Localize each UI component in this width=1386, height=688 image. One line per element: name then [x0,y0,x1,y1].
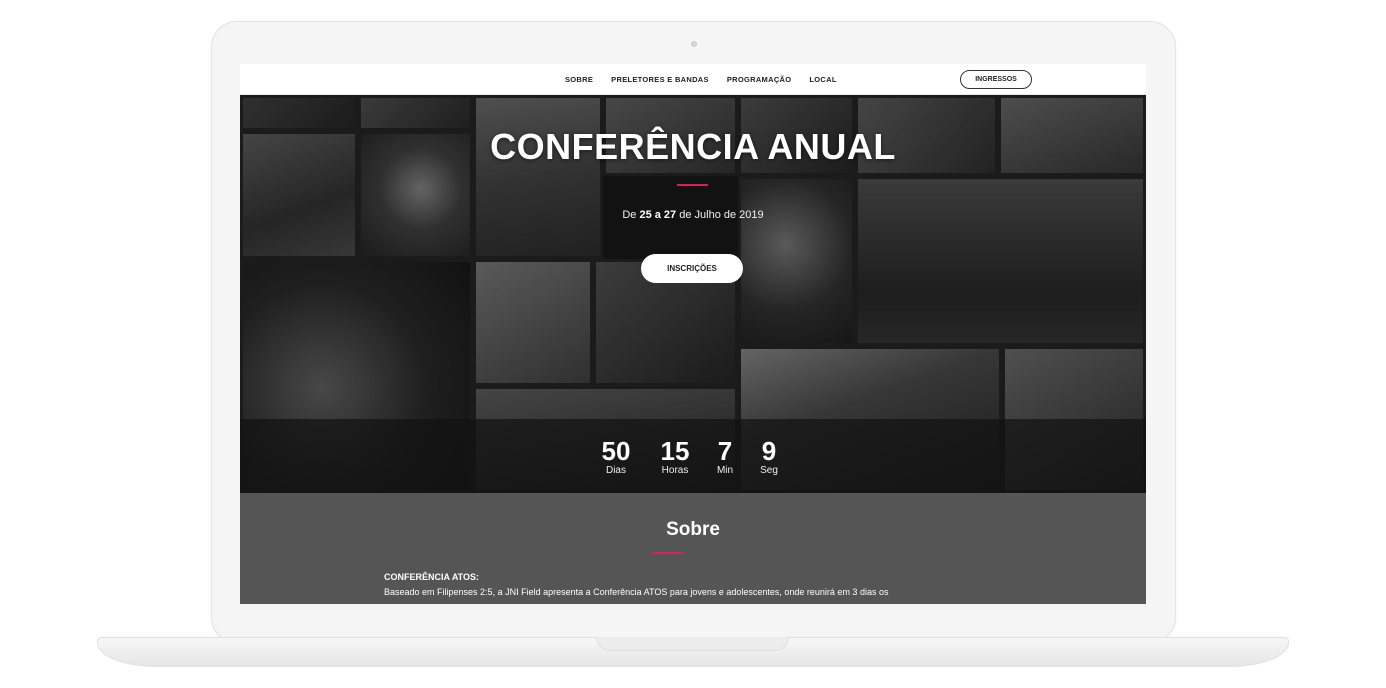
about-heading: CONFERÊNCIA ATOS: [384,572,480,582]
countdown-hours-label: Horas [661,465,689,476]
nav-link-preletores[interactable]: PRELETORES E BANDAS [611,75,709,84]
countdown-days-value: 50 [601,436,631,466]
inscricoes-button[interactable]: INSCRIÇÕES [641,254,743,283]
nav-link-local[interactable]: LOCAL [809,75,836,84]
countdown-timer: 50 Dias 15 Horas 7 Min 9 Seg [598,438,781,477]
hero-accent-line [677,184,708,186]
website-screen: SOBRE PRELETORES E BANDAS PROGRAMAÇÃO LO… [240,64,1146,604]
countdown-days-label: Dias [605,465,626,476]
countdown-hours-value: 15 [660,436,690,466]
date-prefix: De [622,209,637,221]
nav-link-programacao[interactable]: PROGRAMAÇÃO [727,75,792,84]
about-text: Baseado em Filipenses 2:5, a JNI Field a… [384,587,889,597]
date-suffix: de Julho de 2019 [679,209,764,221]
camera-icon [691,41,697,47]
hero-section: CONFERÊNCIA ANUAL De 25 a 27 de Julho de… [240,95,1146,493]
about-accent-line [652,552,683,554]
countdown-seconds-value: 9 [761,436,777,466]
top-navigation: SOBRE PRELETORES E BANDAS PROGRAMAÇÃO LO… [240,64,1146,95]
ingressos-button[interactable]: INGRESSOS [960,70,1032,89]
countdown-days: 50 Dias [598,438,634,477]
countdown-hours: 15 Horas [655,438,695,477]
nav-links: SOBRE PRELETORES E BANDAS PROGRAMAÇÃO LO… [565,64,837,95]
date-range: 25 a 27 [639,209,677,221]
about-title: Sobre [666,519,720,540]
event-date: De 25 a 27 de Julho de 2019 [240,209,1146,221]
laptop-notch [596,637,789,651]
countdown-minutes: 7 Min [713,438,737,477]
countdown-minutes-label: Min [716,465,734,476]
about-section: Sobre CONFERÊNCIA ATOS: Baseado em Filip… [240,493,1146,604]
countdown-seconds: 9 Seg [757,438,781,477]
countdown-minutes-value: 7 [717,436,733,466]
nav-link-sobre[interactable]: SOBRE [565,75,593,84]
countdown-seconds-label: Seg [760,465,778,476]
hero-title: CONFERÊNCIA ANUAL [490,126,896,167]
